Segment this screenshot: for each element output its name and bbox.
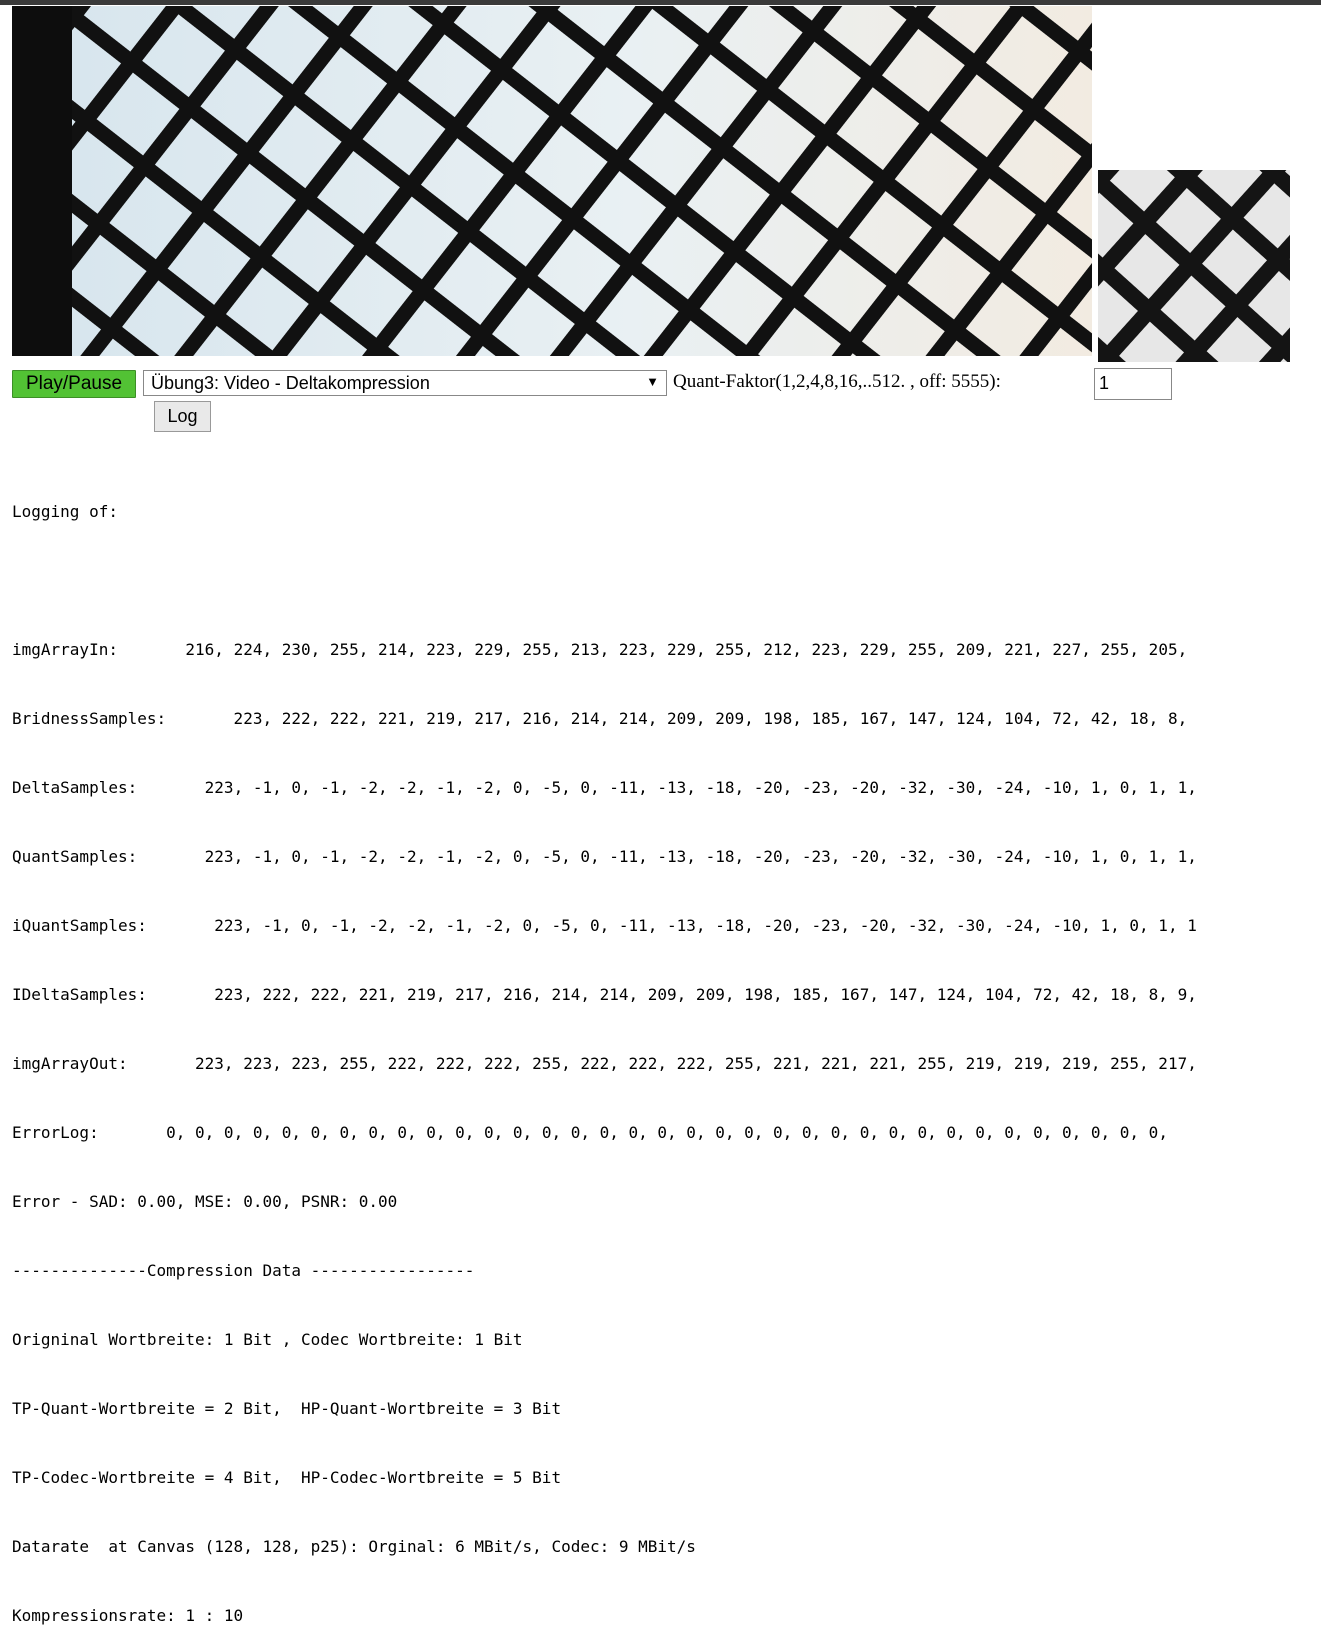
browser-top-bar: [0, 0, 1321, 5]
quant-factor-label: Quant-Faktor(1,2,4,8,16,..512. , off: 55…: [673, 371, 1001, 392]
chevron-down-icon: ▼: [646, 374, 659, 389]
log-row-values: 223, 222, 222, 221, 219, 217, 216, 214, …: [223, 709, 1188, 728]
log-original-width: Origninal Wortbreite: 1 Bit , Codec Wort…: [12, 1330, 523, 1349]
log-row-label: imgArrayOut:: [12, 1054, 186, 1073]
log-tp-codec: TP-Codec-Wortbreite = 4 Bit, HP-Codec-Wo…: [12, 1468, 562, 1487]
log-row-label: BridnessSamples:: [12, 709, 224, 728]
wire-mesh-preview-image: [1098, 170, 1290, 362]
log-row-values: 216, 224, 230, 255, 214, 223, 229, 255, …: [175, 640, 1188, 659]
log-row-label: imgArrayIn:: [12, 640, 176, 659]
exercise-select[interactable]: Übung3: Video - Deltakompression ▼: [143, 370, 667, 396]
log-row-values: 223, 222, 222, 221, 219, 217, 216, 214, …: [204, 985, 1197, 1004]
log-row-iquant-samples: iQuantSamples: 223, -1, 0, -1, -2, -2, -…: [12, 914, 1321, 937]
log-row-label: ErrorLog:: [12, 1123, 157, 1142]
log-row-values: 223, -1, 0, -1, -2, -2, -1, -2, 0, -5, 0…: [195, 778, 1197, 797]
play-pause-button[interactable]: Play/Pause: [12, 370, 136, 398]
log-error-summary: Error - SAD: 0.00, MSE: 0.00, PSNR: 0.00: [12, 1192, 398, 1211]
log-row-delta-samples: DeltaSamples: 223, -1, 0, -1, -2, -2, -1…: [12, 776, 1321, 799]
log-header: Logging of:: [12, 502, 118, 521]
preview-canvas: [1098, 170, 1290, 362]
video-frame: [72, 6, 1092, 356]
log-spacer: [12, 569, 1321, 592]
log-row-label: iQuantSamples:: [12, 916, 205, 935]
log-separator: --------------Compression Data ---------…: [12, 1261, 475, 1280]
log-row-error-log: ErrorLog: 0, 0, 0, 0, 0, 0, 0, 0, 0, 0, …: [12, 1121, 1321, 1144]
log-compression-rate: Kompressionsrate: 1 : 10: [12, 1606, 244, 1625]
log-button[interactable]: Log: [154, 401, 211, 432]
log-row-values: 223, -1, 0, -1, -2, -2, -1, -2, 0, -5, 0…: [195, 847, 1197, 866]
log-tp-quant: TP-Quant-Wortbreite = 2 Bit, HP-Quant-Wo…: [12, 1399, 562, 1418]
log-row-img-array-in: imgArrayIn: 216, 224, 230, 255, 214, 223…: [12, 638, 1321, 661]
log-row-label: QuantSamples:: [12, 847, 196, 866]
quant-factor-input[interactable]: 1: [1094, 368, 1172, 400]
log-datarate: Datarate at Canvas (128, 128, p25): Orgi…: [12, 1537, 696, 1556]
log-row-values: 223, -1, 0, -1, -2, -2, -1, -2, 0, -5, 0…: [204, 916, 1197, 935]
log-row-bridness-samples: BridnessSamples: 223, 222, 222, 221, 219…: [12, 707, 1321, 730]
log-row-label: IDeltaSamples:: [12, 985, 205, 1004]
log-output: Logging of: imgArrayIn: 216, 224, 230, 2…: [12, 454, 1321, 1650]
log-row-quant-samples: QuantSamples: 223, -1, 0, -1, -2, -2, -1…: [12, 845, 1321, 868]
log-row-idelta-samples: IDeltaSamples: 223, 222, 222, 221, 219, …: [12, 983, 1321, 1006]
log-row-img-array-out: imgArrayOut: 223, 223, 223, 255, 222, 22…: [12, 1052, 1321, 1075]
exercise-select-value: Übung3: Video - Deltakompression: [151, 373, 430, 393]
video-canvas[interactable]: [12, 6, 1092, 356]
log-row-values: 223, 223, 223, 255, 222, 222, 222, 255, …: [185, 1054, 1197, 1073]
wire-mesh-image: [72, 6, 1092, 356]
log-row-label: DeltaSamples:: [12, 778, 196, 797]
log-row-values: 0, 0, 0, 0, 0, 0, 0, 0, 0, 0, 0, 0, 0, 0…: [156, 1123, 1168, 1142]
